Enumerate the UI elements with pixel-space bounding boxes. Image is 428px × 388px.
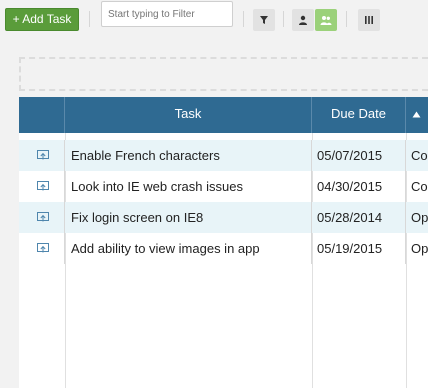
single-user-toggle[interactable] (292, 9, 314, 31)
column-header-task[interactable]: Task (65, 97, 312, 133)
toolbar-divider (346, 11, 347, 27)
open-task-icon[interactable] (37, 212, 49, 223)
column-header-due-date[interactable]: Due Date (312, 97, 406, 133)
toolbar: + Add Task (0, 0, 428, 38)
users-icon (320, 16, 332, 25)
row-icon-cell[interactable] (19, 171, 65, 202)
filter-button[interactable] (253, 9, 275, 31)
column-header-status[interactable] (406, 97, 428, 133)
task-status: Op (411, 241, 428, 256)
open-task-icon[interactable] (37, 243, 49, 254)
task-status: Co (411, 148, 428, 163)
user-icon (299, 15, 307, 25)
row-icon-cell[interactable] (19, 202, 65, 233)
task-status: Co (411, 179, 428, 194)
task-status: Op (411, 210, 428, 225)
group-user-toggle[interactable] (315, 9, 337, 31)
row-icon-cell[interactable] (19, 140, 65, 171)
task-name: Look into IE web crash issues (65, 171, 312, 202)
columns-button[interactable] (358, 9, 380, 31)
table-row[interactable]: Fix login screen on IE8 05/28/2014 Op (19, 202, 428, 233)
group-drop-zone[interactable] (19, 57, 428, 91)
due-date: 05/19/2015 (312, 233, 406, 264)
table-row[interactable]: Look into IE web crash issues 04/30/2015… (19, 171, 428, 202)
task-name: Enable French characters (65, 140, 312, 171)
sort-ascending-icon[interactable] (412, 111, 421, 118)
due-date: 04/30/2015 (312, 171, 406, 202)
task-name: Add ability to view images in app (65, 233, 312, 264)
column-header-icon[interactable] (19, 97, 65, 133)
columns-icon (365, 16, 373, 24)
toolbar-divider (89, 11, 90, 27)
funnel-icon (260, 16, 268, 24)
toolbar-divider (243, 11, 244, 27)
open-task-icon[interactable] (37, 150, 49, 161)
open-task-icon[interactable] (37, 181, 49, 192)
table-row[interactable]: Enable French characters 05/07/2015 Co (19, 140, 428, 171)
due-date: 05/28/2014 (312, 202, 406, 233)
task-grid: Task Due Date Enable French characters 0… (19, 97, 428, 388)
task-name: Fix login screen on IE8 (65, 202, 312, 233)
table-row[interactable]: Add ability to view images in app 05/19/… (19, 233, 428, 264)
toolbar-divider (283, 11, 284, 27)
row-icon-cell[interactable] (19, 233, 65, 264)
due-date: 05/07/2015 (312, 140, 406, 171)
filter-input[interactable] (101, 1, 233, 27)
add-task-button[interactable]: + Add Task (5, 8, 79, 31)
grid-header: Task Due Date (19, 97, 428, 133)
